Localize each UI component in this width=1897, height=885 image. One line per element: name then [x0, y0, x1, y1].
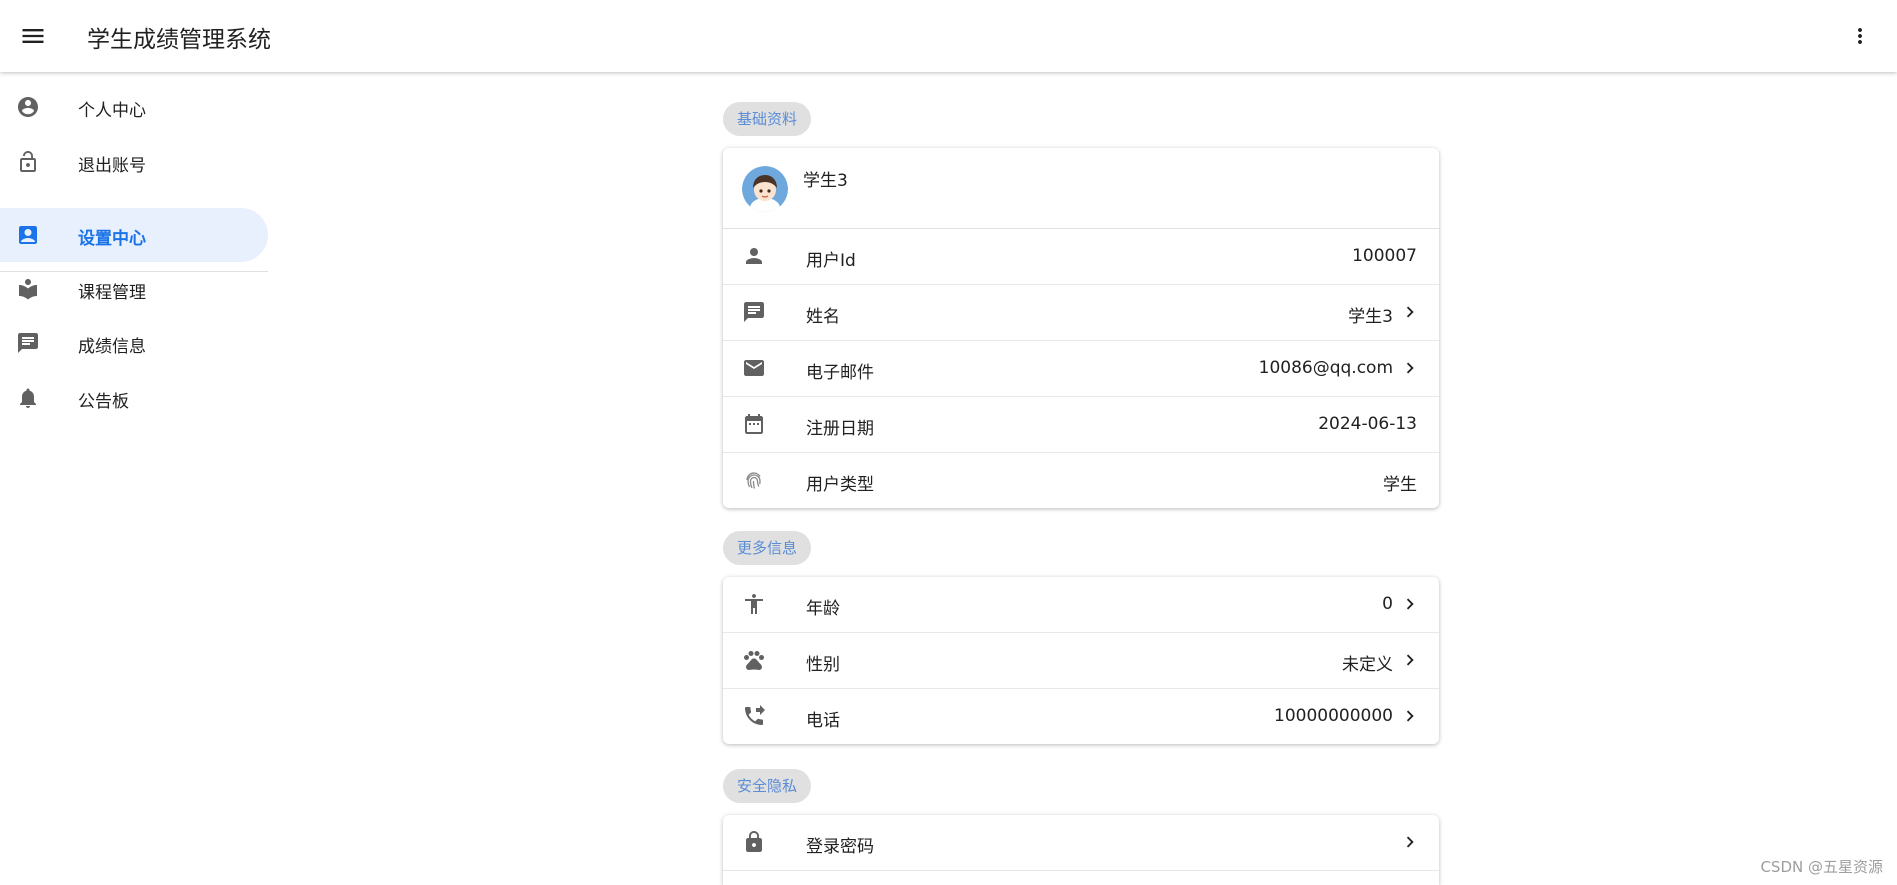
row-label: 电话 — [806, 711, 840, 731]
phone-forwarded-icon — [745, 705, 765, 725]
sidebar-item-label: 个人中心 — [78, 101, 146, 121]
sidebar-item-label: 成绩信息 — [78, 337, 146, 357]
row-label: 性别 — [806, 655, 840, 675]
sidebar-nav: 个人中心 退出账号 设置中心 课程管理 成绩信息 公告板 — [0, 72, 270, 885]
row-value: 10000000000 — [1274, 706, 1393, 726]
lock-icon — [746, 831, 762, 852]
row-value: 10086@qq.com — [1258, 358, 1393, 378]
contact-card-icon — [19, 226, 37, 244]
profile-header: 学生3 — [723, 148, 1439, 229]
user-id-row: 用户Id 100007 — [723, 229, 1439, 285]
fingerprint-icon — [746, 472, 761, 489]
row-label: 登录密码 — [806, 837, 874, 857]
reading-book-icon — [19, 279, 37, 300]
email-row[interactable]: 电子邮件 10086@qq.com — [723, 341, 1439, 397]
more-vert-icon[interactable] — [1848, 22, 1872, 50]
security-card: 登录密码 — [723, 815, 1439, 885]
sidebar-item-course-management[interactable]: 课程管理 — [0, 262, 268, 316]
register-date-row: 注册日期 2024-06-13 — [723, 397, 1439, 453]
message-icon — [18, 333, 38, 353]
lock-open-icon — [20, 151, 36, 172]
row-label: 姓名 — [806, 307, 840, 327]
row-label: 年龄 — [806, 599, 840, 619]
age-row[interactable]: 年龄 0 — [723, 577, 1439, 633]
row-value: 学生3 — [1348, 307, 1393, 327]
paw-icon — [744, 651, 764, 671]
user-type-row: 用户类型 学生 — [723, 453, 1439, 508]
watermark: CSDN @五星资源 — [1760, 858, 1883, 876]
row-value: 学生 — [1383, 475, 1417, 495]
bell-icon — [20, 388, 36, 408]
top-app-bar: 学生成绩管理系统 — [0, 0, 1897, 72]
section-title-security: 安全隐私 — [723, 769, 812, 803]
accessibility-icon — [745, 594, 763, 614]
sidebar-item-personal-center[interactable]: 个人中心 — [0, 80, 268, 134]
phone-row[interactable]: 电话 10000000000 — [723, 689, 1439, 744]
profile-name: 学生3 — [803, 171, 848, 191]
row-label: 注册日期 — [806, 419, 874, 439]
comment-icon — [744, 302, 764, 322]
chevron-right-icon — [1406, 836, 1414, 848]
chevron-right-icon — [1406, 306, 1414, 318]
mail-icon — [744, 360, 764, 376]
chevron-right-icon — [1406, 362, 1414, 374]
row-value: 0 — [1382, 594, 1393, 614]
sidebar-item-settings-center[interactable]: 设置中心 — [0, 208, 268, 262]
sidebar-item-label: 设置中心 — [78, 229, 146, 249]
account-circle-icon — [18, 97, 38, 117]
sidebar-item-bulletin-board[interactable]: 公告板 — [0, 371, 268, 425]
calendar-icon — [745, 414, 763, 434]
row-label: 电子邮件 — [806, 363, 874, 383]
chevron-right-icon — [1406, 710, 1414, 722]
person-icon — [746, 248, 762, 264]
section-title-basic: 基础资料 — [723, 102, 812, 136]
section-title-more: 更多信息 — [723, 531, 812, 565]
row-label: 用户类型 — [806, 475, 874, 495]
login-password-row[interactable]: 登录密码 — [723, 815, 1439, 871]
sidebar-item-logout[interactable]: 退出账号 — [0, 135, 268, 189]
chevron-right-icon — [1406, 654, 1414, 666]
menu-icon[interactable] — [18, 22, 48, 50]
sidebar-item-label: 课程管理 — [78, 283, 146, 303]
avatar[interactable] — [742, 166, 788, 212]
name-row[interactable]: 姓名 学生3 — [723, 285, 1439, 341]
more-info-card: 年龄 0 性别 未定义 电话 10000000000 — [723, 577, 1439, 744]
row-value: 2024-06-13 — [1318, 414, 1417, 434]
row-label: 用户Id — [806, 251, 856, 271]
app-title: 学生成绩管理系统 — [87, 27, 271, 53]
sidebar-item-grade-info[interactable]: 成绩信息 — [0, 316, 268, 370]
security-row-partial[interactable] — [723, 871, 1439, 885]
row-value: 100007 — [1352, 246, 1417, 266]
sidebar-item-label: 退出账号 — [78, 156, 146, 176]
gender-row[interactable]: 性别 未定义 — [723, 633, 1439, 689]
row-value: 未定义 — [1342, 655, 1393, 675]
sidebar-item-label: 公告板 — [78, 392, 129, 412]
basic-info-card: 学生3 用户Id 100007 姓名 学生3 电子邮件 10086@qq.com… — [723, 148, 1439, 508]
chevron-right-icon — [1406, 598, 1414, 610]
